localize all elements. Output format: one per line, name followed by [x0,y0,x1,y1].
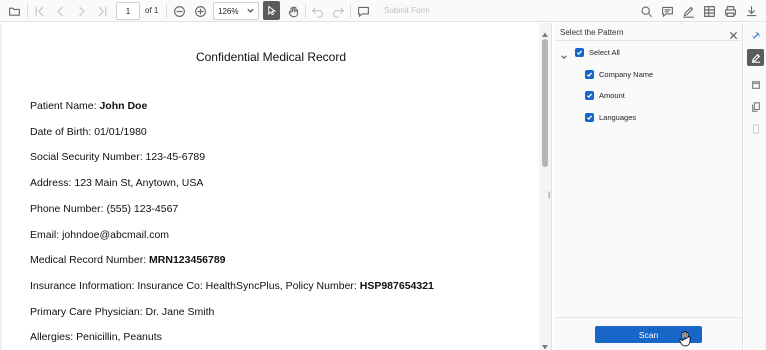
chevron-down-icon [246,6,255,15]
record-field: Social Security Number: 123-45-6789 [30,151,205,163]
vertical-scrollbar[interactable] [539,23,551,350]
print-icon[interactable] [722,1,738,21]
toolbar-divider [166,4,167,18]
last-page-icon[interactable] [95,1,109,21]
scrollbar-thumb[interactable] [542,39,548,167]
field-label: Primary Care Physician: Dr. Jane Smith [30,305,215,318]
toolbar: 1 of 1 126% Submit Form [0,0,766,22]
submit-form-button[interactable]: Submit Form [384,6,430,15]
record-field: Patient Name: John Doe [30,100,147,112]
annotation-edit-icon[interactable] [680,1,696,21]
pattern-checkbox[interactable]: Languages [585,111,636,123]
select-all-label: Select All [589,47,620,57]
field-label: Address: 123 Main St, Anytown, USA [30,177,204,190]
redaction-pattern-panel: Select the Pattern Select All Company Na… [555,23,743,350]
field-label: Insurance Information: Insurance Co: Hea… [30,279,360,292]
page-organizer-icon[interactable] [747,98,764,115]
comment-icon[interactable] [355,1,371,21]
hand-cursor-icon [679,331,691,347]
zoom-level: 126% [218,6,239,16]
smart-redact-icon[interactable] [747,27,764,44]
undo-icon[interactable] [310,1,324,21]
field-value: John Doe [99,100,148,112]
thumbnail-panel-icon[interactable] [747,120,764,137]
scroll-down-arrow-icon[interactable] [541,338,549,350]
record-field: Primary Care Physician: Dr. Jane Smith [30,306,214,318]
next-page-icon[interactable] [74,1,88,21]
pattern-label: Company Name [599,69,654,79]
panel-header: Select the Pattern [555,23,743,41]
document-viewer[interactable]: Confidential Medical Record Patient Name… [0,23,540,350]
field-label: Allergies: Penicillin, Peanuts [30,331,162,344]
close-icon[interactable] [729,27,738,40]
scroll-up-arrow-icon[interactable] [541,26,549,37]
toolbar-divider [27,4,28,18]
record-field: Insurance Information: Insurance Co: Hea… [30,280,434,292]
pattern-label: Amount [599,91,625,101]
open-file-icon[interactable] [6,1,22,21]
record-field: Allergies: Penicillin, Peanuts [30,331,162,343]
field-label: Medical Record Number: [30,254,150,267]
record-field: Email: johndoe@abcmail.com [30,229,169,241]
zoom-in-icon[interactable] [192,1,208,21]
previous-page-icon[interactable] [53,1,67,21]
text-select-tool-button[interactable] [263,1,280,20]
field-value: HSP987654321 [359,279,434,292]
bookmark-panel-icon[interactable] [747,76,764,93]
pan-tool-icon[interactable] [285,1,301,21]
zoom-select[interactable]: 126% [213,2,259,20]
field-value: MRN123456789 [149,254,226,267]
select-all-checkbox[interactable]: Select All [575,46,620,58]
field-label: Email: johndoe@abcmail.com [30,228,170,241]
redaction-tool-icon[interactable] [747,49,764,66]
chevron-down-icon[interactable] [560,48,568,59]
search-icon[interactable] [638,1,654,21]
redo-icon[interactable] [331,1,345,21]
record-field: Date of Birth: 01/01/1980 [30,126,147,138]
document-title: Confidential Medical Record [195,50,347,64]
checkbox-checked-icon[interactable] [585,112,594,122]
toolbar-divider [350,4,351,18]
checkbox-checked-icon[interactable] [585,91,594,101]
field-label: Date of Birth: 01/01/1980 [30,125,147,138]
right-side-rail [744,23,766,350]
comment-panel-icon[interactable] [659,1,675,21]
field-label: Social Security Number: 123-45-6789 [30,151,206,164]
pattern-checkbox[interactable]: Company Name [585,68,653,80]
record-field: Address: 123 Main St, Anytown, USA [30,177,203,189]
pattern-label: Languages [599,112,637,122]
pdf-page: Confidential Medical Record Patient Name… [2,23,540,350]
pattern-checkbox[interactable]: Amount [585,90,625,102]
panel-title: Select the Pattern [560,28,624,37]
first-page-icon[interactable] [32,1,46,21]
zoom-out-icon[interactable] [171,1,187,21]
panel-footer: Scan [555,317,743,350]
record-field: Phone Number: (555) 123-4567 [30,203,178,215]
toolbar-divider [305,4,306,18]
page-count-label: of 1 [145,6,159,15]
form-designer-icon[interactable] [701,1,717,21]
download-icon[interactable] [743,1,759,21]
field-label: Patient Name: [30,100,100,112]
field-label: Phone Number: (555) 123-4567 [30,202,179,215]
record-field: Medical Record Number: MRN123456789 [30,254,226,266]
checkbox-checked-icon[interactable] [575,47,584,57]
page-number-input[interactable]: 1 [116,2,140,20]
checkbox-checked-icon[interactable] [585,69,594,79]
splitter-grip-icon[interactable]: || [548,192,550,199]
